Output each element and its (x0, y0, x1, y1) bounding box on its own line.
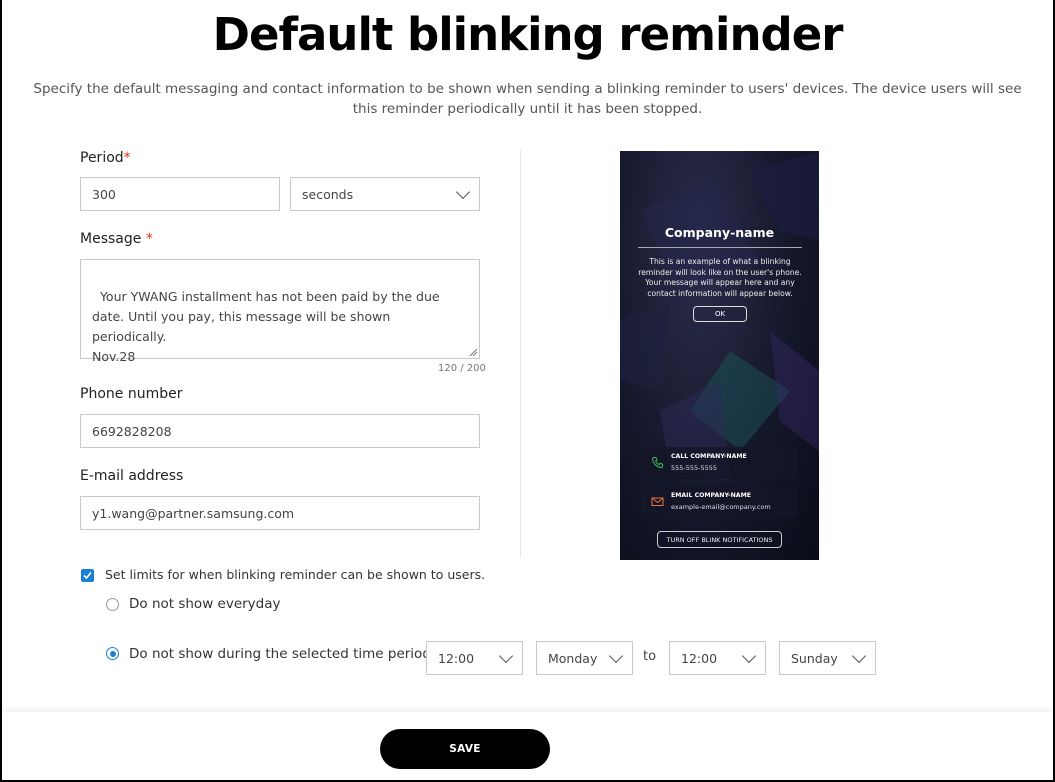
preview-company-name: Company-name (664, 225, 775, 240)
radio-do-not-show-everyday[interactable] (106, 598, 119, 611)
checkmark-icon (83, 571, 92, 580)
required-mark: * (145, 231, 153, 247)
preview-email-card: EMAIL COMPANY-NAME example-email@company… (641, 486, 798, 518)
email-input[interactable]: y1.wang@partner.samsung.com (80, 496, 480, 530)
chevron-down-icon (741, 648, 757, 664)
set-limits-checkbox[interactable] (81, 569, 94, 582)
chevron-down-icon (608, 648, 624, 664)
save-button[interactable]: SAVE (380, 729, 550, 769)
phone-icon (652, 457, 664, 469)
to-label: to (643, 649, 657, 664)
page-title: Default blinking reminder (212, 8, 844, 61)
end-time-select[interactable]: 12:00 (669, 641, 766, 675)
period-unit-select[interactable]: seconds (290, 177, 480, 211)
period-label: Period* (80, 150, 131, 166)
start-day-select[interactable]: Monday (536, 641, 633, 675)
page-description: Specify the default messaging and contac… (33, 81, 1022, 117)
period-input[interactable]: 300 (80, 177, 280, 211)
end-day-value: Sunday (791, 650, 838, 666)
end-time-value: 12:00 (681, 650, 718, 666)
chevron-down-icon (498, 648, 514, 664)
period-label-text: Period (80, 150, 124, 166)
end-day-select[interactable]: Sunday (779, 641, 876, 675)
envelope-icon (651, 497, 664, 506)
start-time-value: 12:00 (438, 650, 475, 666)
message-label-text: Message (80, 231, 142, 247)
message-label: Message * (80, 231, 153, 247)
email-label: E-mail address (80, 468, 184, 484)
message-char-counter: 120 / 200 (438, 363, 486, 374)
column-divider (520, 150, 521, 558)
message-text: Your YWANG installment has not been paid… (92, 289, 440, 364)
resize-handle-icon[interactable] (469, 348, 478, 357)
set-limits-label: Set limits for when blinking reminder ca… (105, 567, 486, 582)
option-period-label: Do not show during the selected time per… (129, 646, 449, 662)
preview-call-card: CALL COMPANY-NAME 555-555-5555 (641, 447, 798, 479)
preview-divider (638, 247, 802, 248)
chevron-down-icon (455, 184, 471, 200)
period-unit-value: seconds (302, 186, 354, 202)
preview-message-text: This is an example of what a blinking re… (638, 257, 802, 298)
preview-email-title: EMAIL COMPANY-NAME (671, 492, 751, 499)
phone-input[interactable]: 6692828208 (80, 414, 480, 448)
start-day-value: Monday (548, 650, 598, 666)
radio-do-not-show-period[interactable] (106, 647, 119, 660)
option-everyday-label: Do not show everyday (129, 596, 281, 612)
preview-call-title: CALL COMPANY-NAME (671, 453, 747, 460)
message-textarea[interactable]: Your YWANG installment has not been paid… (80, 259, 480, 364)
preview-call-value: 555-555-5555 (671, 464, 718, 472)
phone-label: Phone number (80, 386, 183, 402)
chevron-down-icon (851, 648, 867, 664)
preview-ok-button: OK (693, 306, 747, 322)
start-time-select[interactable]: 12:00 (426, 641, 523, 675)
preview-turn-off-button: TURN OFF BLINK NOTIFICATIONS (657, 531, 782, 548)
preview-email-value: example-email@company.com (671, 503, 771, 511)
required-mark: * (123, 150, 131, 166)
phone-preview: Company-name This is an example of what … (620, 151, 819, 560)
